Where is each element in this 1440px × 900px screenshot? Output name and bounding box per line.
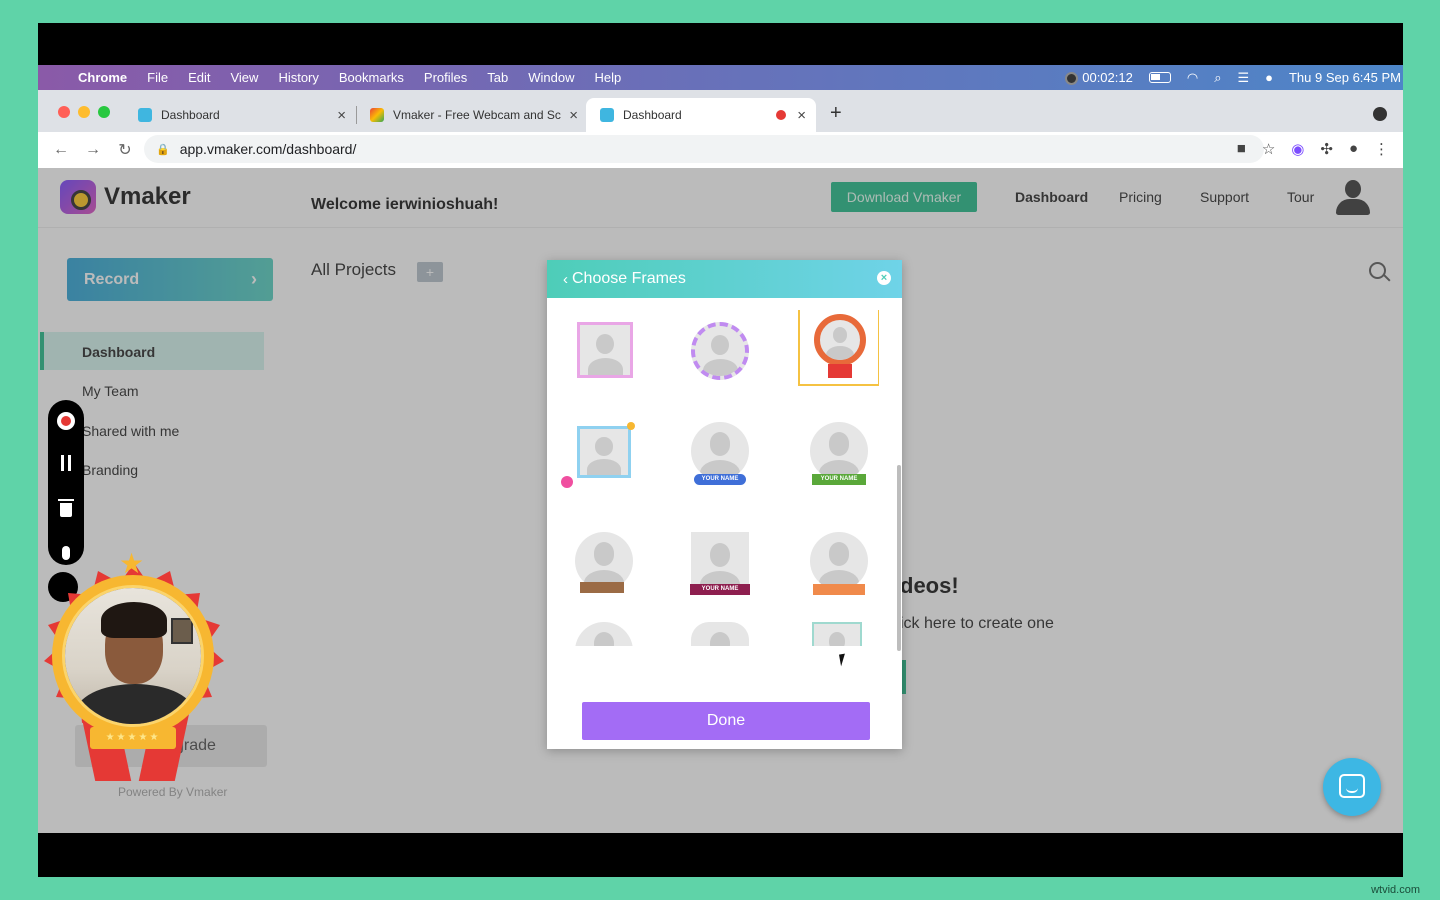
menu-tab[interactable]: Tab [487, 70, 508, 85]
frame-square-row4-c[interactable] [798, 622, 879, 646]
tab-strip: Dashboard × Vmaker - Free Webcam and Sc … [38, 90, 1403, 132]
frame-square-blue[interactable] [561, 422, 643, 504]
tab-dashboard-active[interactable]: Dashboard × [586, 98, 816, 132]
vmaker-favicon-icon [138, 108, 152, 122]
new-tab-button[interactable]: + [830, 102, 842, 125]
trash-icon [58, 499, 74, 517]
battery-icon[interactable] [1148, 72, 1171, 83]
pause-button[interactable] [56, 453, 76, 473]
camera-icon[interactable]: ■ [1237, 140, 1246, 158]
close-tab-icon[interactable]: × [337, 107, 346, 124]
delete-recording-button[interactable] [56, 499, 76, 520]
modal-header: ‹ Choose Frames × [547, 260, 902, 298]
frame-gold-badge-selected[interactable] [798, 310, 879, 386]
wifi-icon[interactable]: ◠ [1187, 70, 1198, 86]
close-tab-icon[interactable]: × [797, 107, 806, 124]
star-icon: ★ [119, 548, 145, 579]
chat-support-icon[interactable] [1323, 758, 1381, 816]
watermark-label: wtvid.com [1371, 884, 1420, 896]
record-status-icon [1065, 72, 1079, 86]
menu-app-name[interactable]: Chrome [78, 70, 127, 85]
close-modal-icon[interactable]: × [877, 271, 891, 285]
tab-recording-icon [776, 110, 786, 120]
profile-avatar-icon[interactable]: ● [1349, 140, 1358, 158]
recorder-controls [48, 400, 84, 565]
menu-help[interactable]: Help [595, 70, 622, 85]
vmaker-favicon-icon [600, 108, 614, 122]
menu-file[interactable]: File [147, 70, 168, 85]
back-button[interactable]: ← [52, 141, 70, 159]
screen-recording: Chrome File Edit View History Bookmarks … [38, 23, 1403, 877]
stars-band: ★★★★★ [90, 727, 176, 749]
menu-profiles[interactable]: Profiles [424, 70, 467, 85]
webcam-feed [62, 585, 204, 727]
menu-window[interactable]: Window [528, 70, 574, 85]
tab-vmaker-webcam[interactable]: Vmaker - Free Webcam and Sc × [356, 98, 588, 132]
browser-toolbar: ← → ↻ 🔒 app.vmaker.com/dashboard/ ■ ☆ ◉ … [38, 132, 1403, 168]
vmaker-dashboard: Vmaker Download Vmaker Dashboard Pricing… [38, 168, 1403, 833]
frame-square-maroon-name[interactable]: YOUR NAME [679, 532, 761, 614]
back-chevron-icon[interactable]: ‹ [563, 271, 568, 288]
frames-scrollbar[interactable] [897, 465, 901, 651]
frame-circle-blue-name[interactable]: YOUR NAME [679, 422, 761, 504]
webcam-bubble[interactable]: ★ ★★★★★ [38, 543, 233, 803]
control-center-icon[interactable]: ☰ [1237, 70, 1249, 86]
frame-circle-green-name[interactable]: YOUR NAME [798, 422, 879, 504]
browser-extensions: ■ ☆ ◉ ✣ ● ⋮ [1237, 140, 1389, 158]
address-bar[interactable]: 🔒 app.vmaker.com/dashboard/ [144, 135, 1264, 163]
frames-grid: YOUR NAME YOUR NAME . YOUR NAME . [561, 310, 879, 646]
frame-square-pink[interactable] [561, 310, 643, 392]
maximize-window-button[interactable] [98, 106, 110, 118]
menu-bookmarks[interactable]: Bookmarks [339, 70, 404, 85]
vmaker-extension-icon[interactable]: ◉ [1291, 140, 1304, 158]
spotlight-search-icon[interactable]: ⌕ [1214, 70, 1221, 86]
chrome-menu-icon[interactable]: ⋮ [1374, 140, 1389, 158]
frame-circle-brown-ribbon[interactable]: . [561, 532, 643, 614]
macos-menubar: Chrome File Edit View History Bookmarks … [38, 65, 1403, 90]
reload-button[interactable]: ↻ [116, 140, 134, 160]
bookmark-star-icon[interactable]: ☆ [1262, 140, 1275, 158]
menu-view[interactable]: View [230, 70, 258, 85]
done-button[interactable]: Done [582, 702, 870, 740]
frame-circle-row4-a[interactable] [561, 622, 643, 646]
siri-icon[interactable]: ● [1265, 70, 1273, 85]
forward-button[interactable]: → [84, 141, 102, 159]
record-control-button[interactable] [56, 411, 76, 431]
tab-dashboard-1[interactable]: Dashboard × [124, 98, 357, 132]
lock-icon[interactable]: 🔒 [156, 143, 170, 156]
close-window-button[interactable] [58, 106, 70, 118]
frame-confetti-circle[interactable] [679, 310, 761, 392]
minimize-window-button[interactable] [78, 106, 90, 118]
close-tab-icon[interactable]: × [569, 107, 578, 124]
choose-frames-modal: ‹ Choose Frames × YOUR NAME YOUR NAME . … [547, 260, 902, 749]
record-dot-icon [57, 412, 75, 430]
modal-title: Choose Frames [572, 270, 686, 287]
frame-shield-row4-b[interactable] [679, 622, 761, 646]
recording-timer[interactable]: 00:02:12 [1065, 70, 1133, 86]
window-controls [58, 106, 110, 118]
menubar-clock[interactable]: Thu 9 Sep 6:45 PM [1289, 70, 1401, 85]
menu-history[interactable]: History [278, 70, 318, 85]
browser-window: Dashboard × Vmaker - Free Webcam and Sc … [38, 90, 1403, 168]
tab-search-icon[interactable] [1373, 107, 1387, 121]
vmaker-site-favicon-icon [370, 108, 384, 122]
menu-edit[interactable]: Edit [188, 70, 210, 85]
extensions-puzzle-icon[interactable]: ✣ [1320, 140, 1333, 158]
pause-icon [61, 455, 71, 471]
frame-circle-orange-ribbon[interactable]: . [798, 532, 879, 614]
